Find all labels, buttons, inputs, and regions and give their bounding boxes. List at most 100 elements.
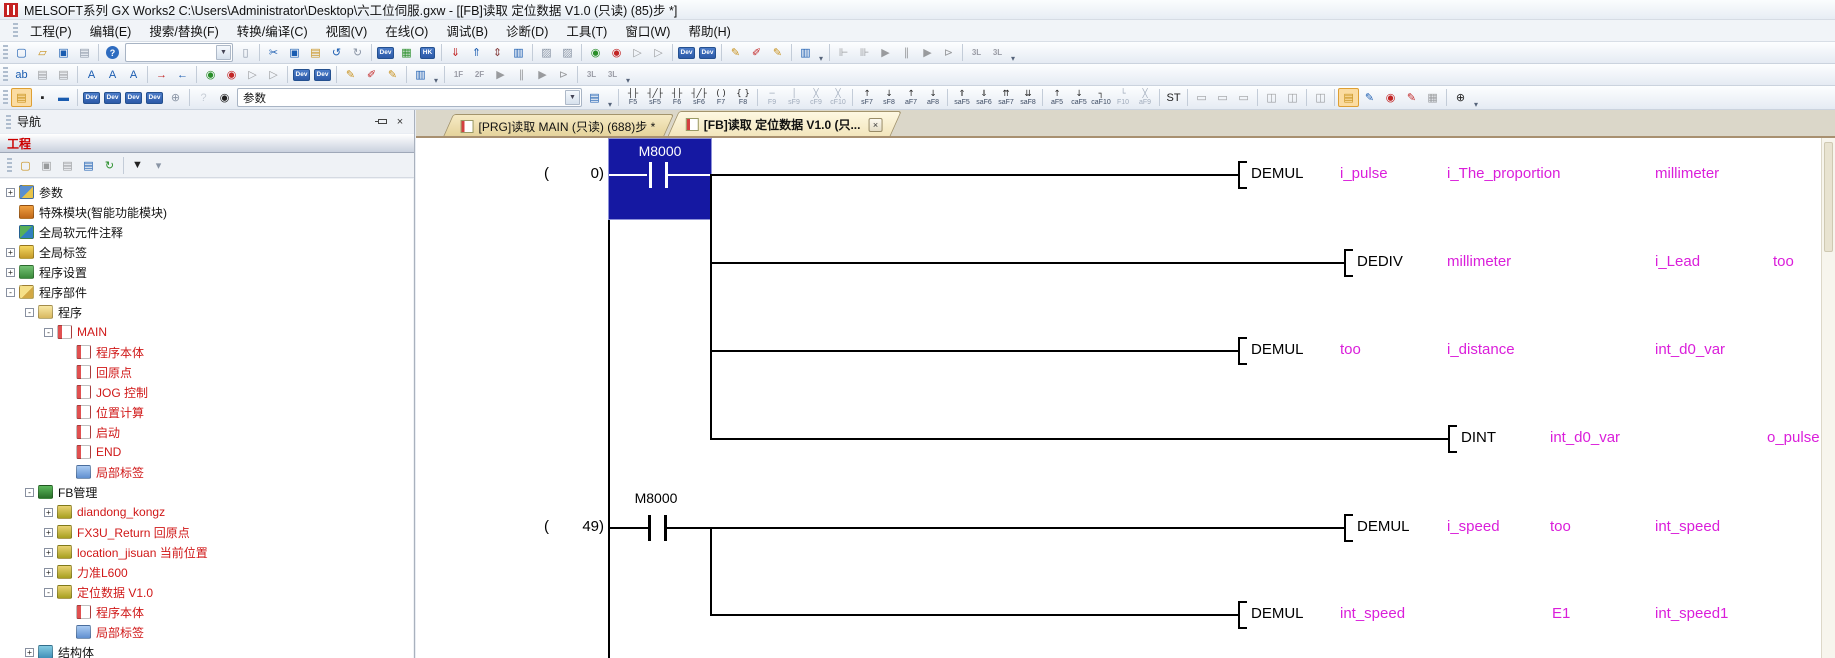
tree-item-diandong_kongz[interactable]: +diandong_kongz — [0, 502, 413, 522]
delete-vline-button[interactable]: ╳cF10 — [827, 87, 849, 109]
device-display3-icon[interactable]: Dev — [123, 88, 144, 107]
document-tab-2[interactable]: [FB]读取 定位数据 V1.0 (只...× — [667, 111, 901, 137]
operand-int_speed1[interactable]: int_speed1 — [1655, 605, 1728, 622]
mon-2f-icon[interactable]: 2F — [469, 65, 490, 84]
pin-icon[interactable] — [374, 114, 390, 129]
db-gray-icon[interactable]: ▦ — [1422, 88, 1443, 107]
device-display1-icon[interactable]: Dev — [81, 88, 102, 107]
device-display2-icon[interactable]: Dev — [102, 88, 123, 107]
operand-i_speed[interactable]: i_speed — [1447, 518, 1500, 535]
collapse-icon[interactable]: - — [44, 328, 53, 337]
operand-millimeter[interactable]: millimeter — [1447, 253, 1511, 270]
tab-close-icon[interactable]: × — [868, 118, 882, 132]
watch-stop-icon[interactable]: ▷ — [648, 43, 669, 62]
delete-hline-button[interactable]: ╳cF9 — [805, 87, 827, 109]
menu-item-2[interactable]: 编辑(E) — [81, 22, 141, 42]
monitor-run-icon[interactable]: ▶ — [875, 43, 896, 62]
zoom-tool-icon[interactable]: ⊕ — [1450, 88, 1471, 107]
invert-result-button[interactable]: ↑aF5 — [1046, 87, 1068, 109]
copy-icon[interactable]: ▣ — [284, 43, 305, 62]
operand-too[interactable]: too — [1773, 253, 1794, 270]
expand-icon[interactable]: + — [6, 248, 15, 257]
document-tab-1[interactable]: [PRG]读取 MAIN (只读) (688)步 * — [443, 114, 674, 137]
copy-data-icon[interactable]: ▣ — [36, 156, 57, 175]
pulse-result-button[interactable]: ↓caF5 — [1068, 87, 1090, 109]
tree-item--v1-0[interactable]: -定位数据 V1.0 — [0, 582, 413, 602]
monitor-skip-icon[interactable]: ⊳ — [938, 43, 959, 62]
lt3-icon[interactable]: 3L — [581, 65, 602, 84]
toolbar1-overflow2-icon[interactable]: ▾ — [1008, 54, 1018, 63]
sfc-mode-icon[interactable]: ▪ — [32, 88, 53, 107]
tree-item--l600[interactable]: +力准L600 — [0, 562, 413, 582]
toolbar1-overflow-icon[interactable]: ▾ — [816, 54, 826, 63]
tree-item--[interactable]: 局部标签 — [0, 462, 413, 482]
collapse-icon[interactable]: - — [25, 308, 34, 317]
data-property-icon[interactable]: ▤ — [78, 156, 99, 175]
inline-st-button[interactable]: ST — [1163, 88, 1184, 107]
device-monitor-icon[interactable]: Dev — [375, 43, 396, 62]
find-instruction-icon[interactable]: ◉ — [606, 43, 627, 62]
lt4-icon[interactable]: 3L — [602, 65, 623, 84]
redo-icon[interactable]: ↻ — [347, 43, 368, 62]
expand-icon[interactable]: + — [44, 508, 53, 517]
note-edit-icon[interactable]: ✎ — [382, 65, 403, 84]
application-instruction-button[interactable]: { }F8 — [732, 87, 754, 109]
monitor-stop-icon[interactable]: ⊪ — [854, 43, 875, 62]
branch-line-button[interactable]: ┐caF10 — [1090, 87, 1112, 109]
paste-icon[interactable]: ▤ — [305, 43, 326, 62]
menu-item-11[interactable]: 帮助(H) — [679, 22, 739, 42]
instruction-demul[interactable]: DEMUL — [1251, 165, 1304, 182]
editor-vertical-scrollbar[interactable] — [1821, 138, 1835, 658]
new-data-icon[interactable]: ▢ — [15, 156, 36, 175]
toolbar2-overflow-icon[interactable]: ▾ — [431, 76, 441, 85]
toolbar2-overflow2-icon[interactable]: ▾ — [623, 76, 633, 85]
collapse-icon[interactable]: - — [25, 488, 34, 497]
docked-book-icon[interactable]: ▯ — [235, 43, 256, 62]
operand-int_d0_var[interactable]: int_d0_var — [1550, 429, 1620, 446]
operand-too[interactable]: too — [1550, 518, 1571, 535]
tree-item--[interactable]: 程序本体 — [0, 342, 413, 362]
target-combo[interactable]: 参数▼ — [237, 88, 582, 107]
crossref-window-icon[interactable]: A — [81, 65, 102, 84]
menu-item-8[interactable]: 诊断(D) — [497, 22, 557, 42]
tree-item-jog-[interactable]: JOG 控制 — [0, 382, 413, 402]
inline-comment-icon[interactable]: ▤ — [1338, 88, 1359, 107]
plc-write-icon[interactable]: ⇓ — [445, 43, 466, 62]
menu-item-9[interactable]: 工具(T) — [557, 22, 616, 42]
operand-i_distance[interactable]: i_distance — [1447, 341, 1515, 358]
monitor-step-icon[interactable]: ▶ — [917, 43, 938, 62]
tree-item-location_jisuan-[interactable]: +location_jisuan 当前位置 — [0, 542, 413, 562]
mon-play-icon[interactable]: ▶ — [490, 65, 511, 84]
paste-data-icon[interactable]: ▤ — [57, 156, 78, 175]
plc-read-icon[interactable]: ⇑ — [466, 43, 487, 62]
print-icon[interactable]: ▤ — [74, 43, 95, 62]
rising-pulse-branch-button[interactable]: ↑aF7 — [900, 87, 922, 109]
logic-test1-icon[interactable]: 3L — [966, 43, 987, 62]
keyword-unlock-icon[interactable]: ▨ — [557, 43, 578, 62]
device-use-list-icon[interactable]: A — [123, 65, 144, 84]
closed-contact-button[interactable]: ┤╱├sF5 — [644, 87, 666, 109]
operand-int_speed[interactable]: int_speed — [1340, 605, 1405, 622]
rising-pulse-button[interactable]: ↑sF7 — [856, 87, 878, 109]
tree-item-fx3u_return-[interactable]: +FX3U_Return 回原点 — [0, 522, 413, 542]
instruction-demul[interactable]: DEMUL — [1357, 518, 1410, 535]
toolbar3-overflow2-icon[interactable]: ▾ — [1471, 100, 1481, 109]
menu-item-1[interactable]: 工程(P) — [21, 22, 81, 42]
st-mode-icon[interactable]: ▬ — [53, 88, 74, 107]
tree-item-end[interactable]: END — [0, 442, 413, 462]
plc-verify-icon[interactable]: ⇕ — [487, 43, 508, 62]
menu-item-6[interactable]: 在线(O) — [376, 22, 437, 42]
save-icon[interactable]: ▣ — [53, 43, 74, 62]
device-display-b-icon[interactable]: Dev — [312, 65, 333, 84]
expand-icon[interactable]: + — [44, 528, 53, 537]
tree-item--[interactable]: 局部标签 — [0, 622, 413, 642]
help-disabled-icon[interactable]: ? — [193, 88, 214, 107]
comment-disabled2-icon[interactable]: ◫ — [1282, 88, 1303, 107]
sort-filter-icon[interactable]: ▼ — [127, 156, 148, 175]
jump-prev-icon[interactable]: ← — [172, 65, 193, 84]
quick-find-combo[interactable]: ▼ — [125, 43, 233, 62]
zoom-header-icon[interactable]: ◉ — [200, 65, 221, 84]
operand-int_speed[interactable]: int_speed — [1655, 518, 1720, 535]
instruction-dint[interactable]: DINT — [1461, 429, 1496, 446]
run-disabled1-icon[interactable]: ▷ — [242, 65, 263, 84]
